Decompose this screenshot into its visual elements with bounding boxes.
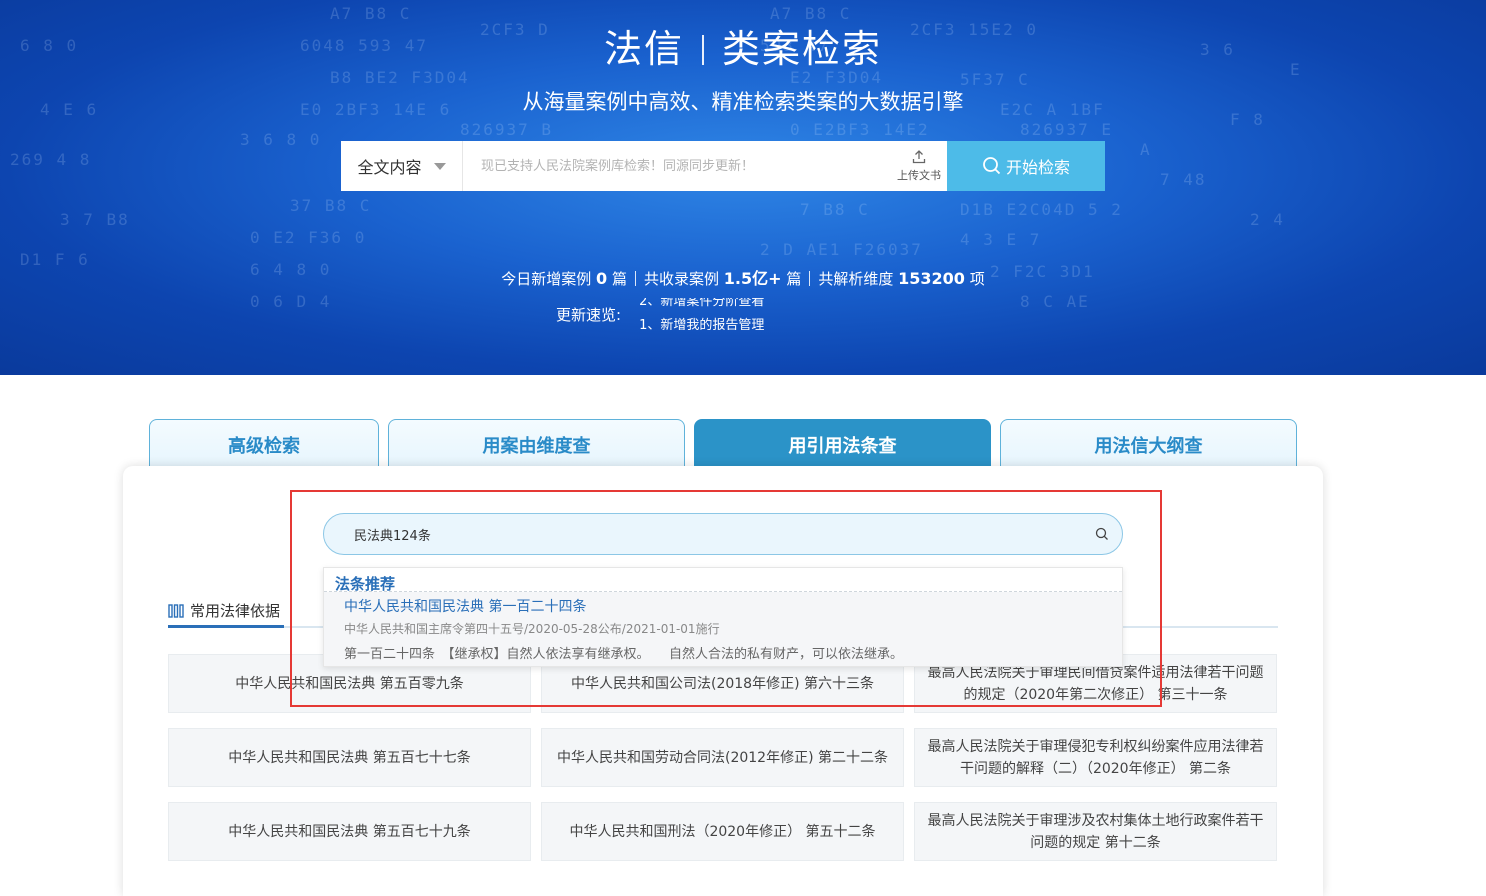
tab-cited-law[interactable]: 用引用法条查 (694, 419, 991, 469)
main-search-bar: 全文内容 上传文书 开始检索 (341, 141, 1105, 191)
books-icon (168, 603, 184, 618)
brand-name: 法信 (603, 27, 684, 71)
stats-bar: 今日新增案例 0 篇共收录案例 1.5亿+ 篇共解析维度 153200 项 (0, 265, 1486, 289)
main-search-input[interactable] (463, 141, 891, 191)
law-item[interactable]: 中华人民共和国民法典 第五百七十九条 (168, 802, 531, 861)
common-laws-title: 常用法律依据 (190, 602, 281, 620)
page-title: 法信 类案检索 (0, 18, 1486, 73)
law-item[interactable]: 中华人民共和国刑法（2020年修正） 第五十二条 (541, 802, 904, 861)
suggestion-meta: 中华人民共和国主席令第四十五号/2020-05-28公布/2021-01-01施… (344, 622, 720, 636)
updates-ticker: 更新速览: 2、新增案件分阶查看 1、新增我的报告管理 (556, 298, 839, 330)
stat-today-value: 0 (596, 269, 608, 288)
tab-cause-dimension[interactable]: 用案由维度查 (388, 419, 685, 469)
search-scope-select[interactable]: 全文内容 (341, 141, 463, 191)
product-name: 类案检索 (722, 27, 883, 71)
upload-document-button[interactable]: 上传文书 (891, 141, 947, 191)
update-item[interactable]: 2、新增案件分阶查看 (639, 298, 764, 309)
chevron-down-icon (433, 162, 446, 170)
stat-today-unit: 篇 (611, 270, 627, 288)
updates-label: 更新速览: (556, 305, 622, 324)
search-scope-value: 全文内容 (357, 158, 422, 177)
stat-total-unit: 篇 (786, 270, 802, 288)
law-search-bar (323, 513, 1123, 555)
law-item[interactable]: 最高人民法院关于审理侵犯专利权纠纷案件应用法律若干问题的解释（二）（2020年修… (914, 728, 1277, 787)
stat-dims-unit: 项 (969, 270, 985, 288)
update-item[interactable]: 1、新增我的报告管理 (639, 314, 764, 330)
suggestion-title[interactable]: 中华人民共和国民法典 第一百二十四条 (344, 596, 586, 616)
search-icon (1095, 527, 1108, 540)
law-search-input[interactable] (324, 514, 1082, 554)
tab-faxin-outline[interactable]: 用法信大纲查 (1000, 419, 1297, 469)
start-search-label: 开始检索 (1005, 158, 1070, 177)
stat-divider (809, 271, 811, 286)
start-search-button[interactable]: 开始检索 (947, 141, 1105, 191)
suggestion-item[interactable]: 中华人民共和国民法典 第一百二十四条 中华人民共和国主席令第四十五号/2020-… (324, 592, 1122, 666)
common-laws-tab[interactable]: 常用法律依据 (168, 596, 285, 628)
stat-dims-label: 共解析维度 (818, 270, 894, 288)
hero-banner: A7 B8 C 6048 593 47 B8 BE2 F3D04 E0 2BF3… (0, 0, 1486, 375)
upload-label: 上传文书 (897, 168, 941, 182)
stat-total-label: 共收录案例 (643, 270, 719, 288)
tab-advanced-search[interactable]: 高级检索 (149, 419, 379, 469)
stat-today-label: 今日新增案例 (501, 270, 592, 288)
law-search-button[interactable] (1082, 527, 1122, 541)
law-item[interactable]: 中华人民共和国民法典 第五百七十七条 (168, 728, 531, 787)
search-icon (983, 157, 1001, 175)
updates-ticker-window: 2、新增案件分阶查看 1、新增我的报告管理 (639, 298, 839, 330)
stat-total-value: 1.5亿+ (723, 269, 782, 288)
upload-icon (912, 149, 926, 163)
page-subtitle: 从海量案例中高效、精准检索类案的大数据引擎 (522, 90, 964, 114)
stat-dims-value: 153200 (898, 269, 965, 288)
law-item[interactable]: 中华人民共和国劳动合同法(2012年修正) 第二十二条 (541, 728, 904, 787)
law-suggestion-dropdown: 法条推荐 中华人民共和国民法典 第一百二十四条 中华人民共和国主席令第四十五号/… (323, 567, 1123, 667)
stat-divider (634, 271, 636, 286)
law-item[interactable]: 最高人民法院关于审理涉及农村集体土地行政案件若干问题的规定 第十二条 (914, 802, 1277, 861)
title-divider (702, 35, 704, 65)
suggestion-excerpt: 第一百二十四条 【继承权】自然人依法享有继承权。 自然人合法的私有财产，可以依法… (344, 647, 904, 662)
